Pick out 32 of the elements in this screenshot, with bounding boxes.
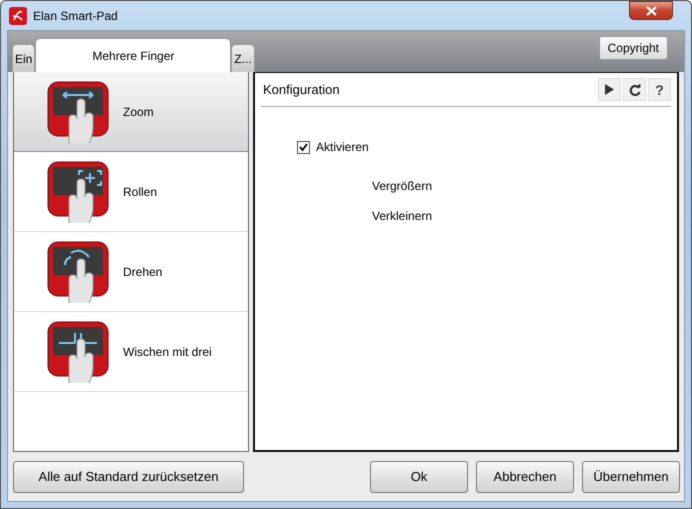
close-button[interactable] bbox=[629, 1, 673, 20]
touchpad-gesture-icon bbox=[47, 240, 109, 302]
touchpad-gesture-icon bbox=[47, 320, 109, 382]
app-logo-icon bbox=[9, 6, 27, 24]
close-icon bbox=[646, 6, 656, 16]
dialog-button[interactable]: Übernehmen bbox=[582, 460, 680, 492]
refresh-button[interactable] bbox=[623, 78, 646, 101]
reset-defaults-button[interactable]: Alle auf Standard zurücksetzen bbox=[13, 460, 244, 492]
dialog-button[interactable]: Abbrechen bbox=[476, 460, 574, 492]
gesture-label: Wischen mit drei bbox=[123, 344, 212, 358]
dialog-button[interactable]: Ok bbox=[370, 460, 468, 492]
refresh-icon bbox=[628, 84, 640, 96]
tab[interactable]: Z... bbox=[231, 44, 255, 72]
gesture-item[interactable]: Zoom bbox=[14, 72, 248, 152]
tab[interactable]: Ein bbox=[12, 44, 36, 72]
window-title: Elan Smart-Pad bbox=[33, 8, 118, 22]
touchpad-gesture-icon bbox=[47, 80, 109, 142]
play-button[interactable] bbox=[598, 78, 621, 101]
gesture-label: Rollen bbox=[123, 184, 158, 198]
panel-title: Konfiguration bbox=[263, 82, 340, 97]
option-label: Verkleinern bbox=[372, 209, 434, 223]
checkbox-label: Aktivieren bbox=[316, 140, 369, 154]
enable-checkbox[interactable]: Aktivieren bbox=[297, 140, 671, 154]
checkbox[interactable] bbox=[297, 140, 310, 154]
option-label: Vergrößern bbox=[372, 179, 434, 193]
tab[interactable]: Mehrere Finger bbox=[35, 38, 232, 72]
gesture-label: Zoom bbox=[123, 104, 154, 118]
play-icon bbox=[605, 84, 614, 95]
gesture-label: Drehen bbox=[123, 264, 162, 278]
copyright-button[interactable]: Copyright bbox=[598, 36, 668, 60]
help-button[interactable]: ? bbox=[648, 78, 671, 101]
touchpad-gesture-icon bbox=[47, 160, 109, 222]
